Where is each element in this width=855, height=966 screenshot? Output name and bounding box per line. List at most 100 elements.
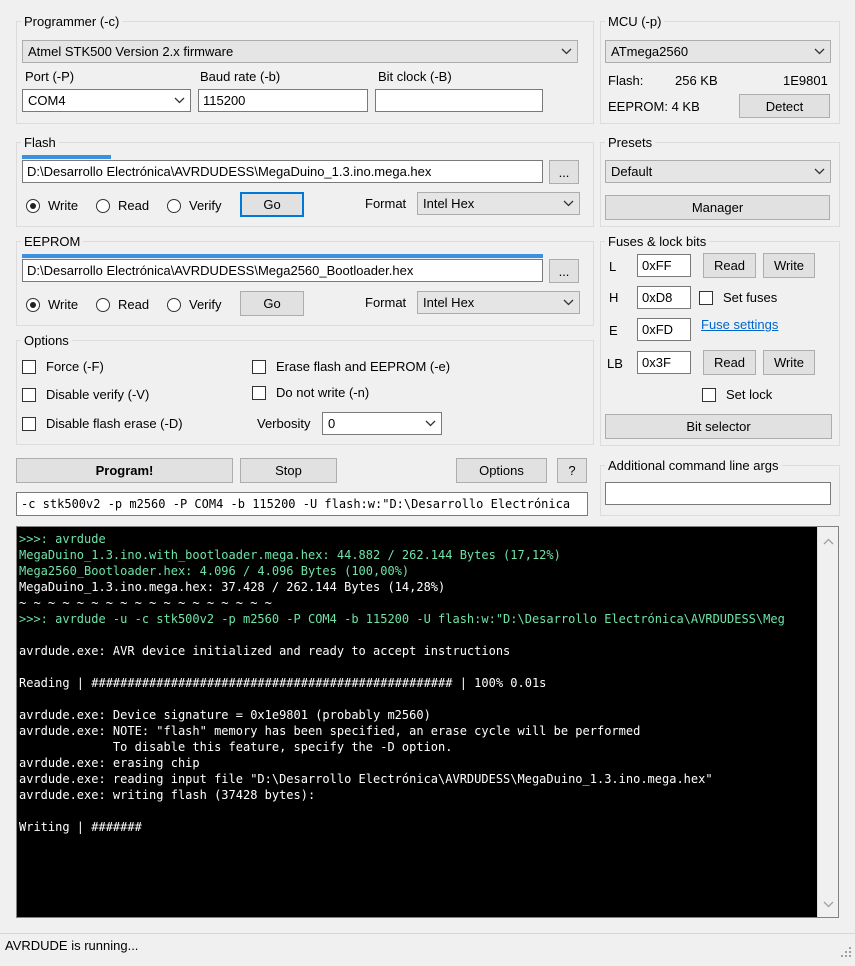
console-line: MegaDuino_1.3.ino.with_bootloader.mega.h… [19,548,561,562]
lock-write-button[interactable]: Write [763,350,815,375]
fuse-read-button[interactable]: Read [703,253,756,278]
chevron-up-icon[interactable] [823,533,834,548]
verbosity-label: Verbosity [257,416,311,431]
detect-button[interactable]: Detect [739,94,830,118]
fuse-l-label: L [609,259,617,274]
help-button[interactable]: ? [557,458,587,483]
eeprom-file-input[interactable]: D:\Desarrollo Electrónica\AVRDUDESS\Mega… [22,259,543,282]
mcu-select[interactable]: ATmega2560 [605,40,831,63]
flash-file-input[interactable]: D:\Desarrollo Electrónica\AVRDUDESS\Mega… [22,160,543,183]
eeprom-write-radio[interactable]: Write [26,297,78,312]
console-line: avrdude.exe: AVR device initialized and … [19,644,511,658]
erase-flash-eeprom-checkbox[interactable]: Erase flash and EEPROM (-e) [252,359,450,374]
chevron-down-icon[interactable] [823,896,834,911]
disable-flash-erase-checkbox[interactable]: Disable flash erase (-D) [22,416,183,431]
presets-select[interactable]: Default [605,160,831,183]
eeprom-read-label: Read [118,297,150,312]
do-not-write-label: Do not write (-n) [276,385,370,400]
fuse-l-input[interactable]: 0xFF [637,254,691,277]
console-text: >>>: avrdude MegaDuino_1.3.ino.with_bootl… [17,527,838,835]
program-button[interactable]: Program! [16,458,233,483]
verbosity-select[interactable]: 0 [322,412,442,435]
fuse-lb-input[interactable]: 0x3F [637,351,691,374]
set-fuses-checkbox[interactable]: Set fuses [699,290,777,305]
chevron-down-icon [812,41,826,62]
programmer-selected: Atmel STK500 Version 2.x firmware [28,44,234,59]
eeprom-write-label: Write [48,297,79,312]
fuse-h-input[interactable]: 0xD8 [637,286,691,309]
console-scrollbar[interactable] [817,527,838,917]
disable-verify-label: Disable verify (-V) [46,387,150,402]
command-line-preview[interactable]: -c stk500v2 -p m2560 -P COM4 -b 115200 -… [16,492,588,516]
fuse-write-button[interactable]: Write [763,253,815,278]
set-fuses-label: Set fuses [723,290,778,305]
programmer-select[interactable]: Atmel STK500 Version 2.x firmware [22,40,578,63]
console-line: avrdude.exe: erasing chip [19,756,200,770]
bit-selector-button[interactable]: Bit selector [605,414,832,439]
console-line: avrdude.exe: writing flash (37428 bytes)… [19,788,316,802]
fuse-h-label: H [609,290,619,305]
set-lock-label: Set lock [726,387,773,402]
flash-browse-button[interactable]: ... [549,160,579,184]
flash-read-radio[interactable]: Read [96,198,149,213]
disable-verify-checkbox[interactable]: Disable verify (-V) [22,387,149,402]
console-line: Reading | ##############################… [19,676,547,690]
console-line: avrdude.exe: NOTE: "flash" memory has be… [19,724,641,738]
console-line: >>>: avrdude [19,532,106,546]
console-line: To disable this feature, specify the -D … [19,740,453,754]
eeprom-size-label: EEPROM: 4 KB [608,99,700,114]
eeprom-browse-button[interactable]: ... [549,259,579,283]
chevron-down-icon [561,292,575,313]
flash-progress-bar [22,155,111,159]
flash-format-select[interactable]: Intel Hex [417,192,580,215]
eeprom-format-select[interactable]: Intel Hex [417,291,580,314]
force-checkbox[interactable]: Force (-F) [22,359,104,374]
console-line: >>>: avrdude -u -c stk500v2 -p m2560 -P … [19,612,785,626]
fuses-group-label: Fuses & lock bits [608,234,707,249]
additional-args-label: Additional command line args [608,458,779,473]
additional-args-input[interactable] [605,482,831,505]
set-lock-checkbox[interactable]: Set lock [702,387,772,402]
status-text: AVRDUDE is running... [5,938,139,953]
flash-go-button[interactable]: Go [240,192,304,217]
options-group-label: Options [24,333,69,348]
presets-manager-button[interactable]: Manager [605,195,830,220]
port-select[interactable]: COM4 [22,89,191,112]
chevron-down-icon [812,161,826,182]
console-line: Writing | ####### [19,820,142,834]
console-line: MegaDuino_1.3.ino.mega.hex: 37.428 / 262… [19,580,446,594]
bitclock-input[interactable] [375,89,543,112]
eeprom-format-value: Intel Hex [423,295,475,310]
fuse-settings-link[interactable]: Fuse settings [701,317,778,332]
disable-flash-erase-label: Disable flash erase (-D) [46,416,183,431]
eeprom-read-radio[interactable]: Read [96,297,149,312]
stop-button[interactable]: Stop [240,458,337,483]
fuse-e-input[interactable]: 0xFD [637,318,691,341]
status-bar: AVRDUDE is running... [0,933,855,957]
resize-grip-icon[interactable] [840,942,852,966]
bitclock-label: Bit clock (-B) [378,69,452,84]
console-output[interactable]: >>>: avrdude MegaDuino_1.3.ino.with_bootl… [16,526,839,918]
eeprom-verify-label: Verify [189,297,222,312]
flash-format-value: Intel Hex [423,196,475,211]
erase-flash-eeprom-label: Erase flash and EEPROM (-e) [276,359,451,374]
flash-write-label: Write [48,198,79,213]
port-value: COM4 [28,93,66,108]
presets-selected: Default [611,164,653,179]
do-not-write-checkbox[interactable]: Do not write (-n) [252,385,369,400]
options-button[interactable]: Options [456,458,547,483]
flash-verify-radio[interactable]: Verify [167,198,222,213]
eeprom-verify-radio[interactable]: Verify [167,297,222,312]
mcu-group-label: MCU (-p) [608,14,662,29]
baud-input[interactable]: 115200 [198,89,368,112]
lock-read-button[interactable]: Read [703,350,756,375]
fuse-lb-label: LB [607,356,623,371]
flash-write-radio[interactable]: Write [26,198,78,213]
chevron-down-icon [423,413,437,434]
programmer-group-label: Programmer (-c) [24,14,120,29]
flash-group-label: Flash [24,135,56,150]
eeprom-go-button[interactable]: Go [240,291,304,316]
